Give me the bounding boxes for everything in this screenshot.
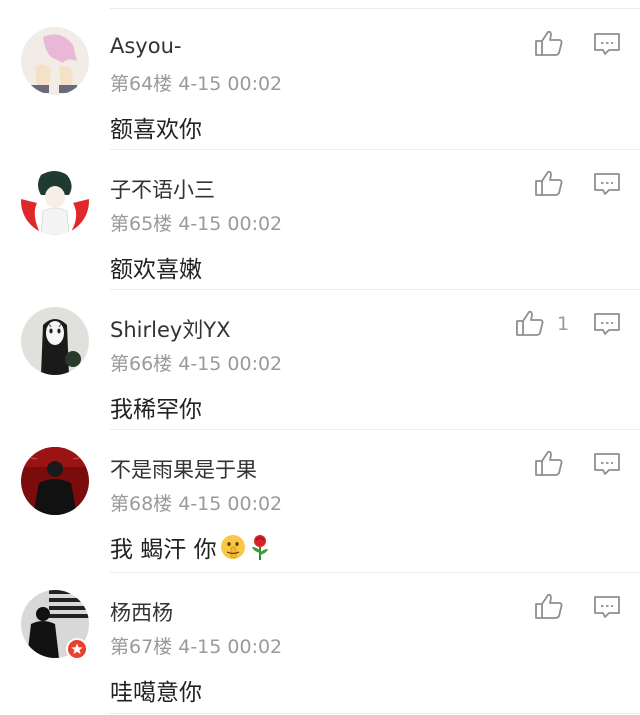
comment-text: 我 蝎汗 你	[110, 530, 271, 567]
timestamp: 4-15 00:02	[178, 636, 283, 658]
floor-number: 第66楼	[110, 353, 173, 375]
comment-icon[interactable]	[593, 312, 621, 336]
avatar[interactable]	[21, 27, 89, 95]
thumbs-up-icon[interactable]	[534, 592, 564, 620]
rose-emoji	[249, 533, 271, 567]
avatar[interactable]	[21, 167, 89, 235]
username[interactable]: Asyou-	[110, 34, 181, 58]
timestamp: 4-15 00:02	[178, 353, 283, 375]
comment-icon[interactable]	[593, 452, 621, 476]
comment-meta: 第65楼 4-15 00:02	[110, 209, 282, 236]
comment-meta: 第68楼 4-15 00:02	[110, 489, 282, 516]
like-count: 1	[557, 313, 570, 335]
divider	[110, 289, 640, 290]
avatar[interactable]	[21, 307, 89, 375]
username[interactable]: 杨西杨	[110, 597, 173, 627]
comment-meta: 第64楼 4-15 00:02	[110, 69, 282, 96]
comment-icon[interactable]	[593, 172, 621, 196]
timestamp: 4-15 00:02	[178, 493, 283, 515]
verified-badge-icon	[66, 638, 88, 660]
floor-number: 第65楼	[110, 213, 173, 235]
comment-text-content: 我 蝎汗 你	[110, 537, 217, 563]
thumbs-up-icon[interactable]	[534, 169, 564, 197]
comment-meta: 第67楼 4-15 00:02	[110, 632, 282, 659]
divider	[110, 429, 640, 430]
thumbs-up-icon[interactable]	[534, 449, 564, 477]
floor-number: 第68楼	[110, 493, 173, 515]
comment-text: 额欢喜嫩	[110, 257, 202, 283]
comment-icon[interactable]	[593, 32, 621, 56]
comment-icon[interactable]	[593, 595, 621, 619]
username[interactable]: Shirley刘YX	[110, 314, 231, 344]
floor-number: 第64楼	[110, 73, 173, 95]
comment-text: 哇噶意你	[110, 680, 202, 706]
divider	[110, 572, 640, 573]
floor-number: 第67楼	[110, 636, 173, 658]
timestamp: 4-15 00:02	[178, 73, 283, 95]
comment-meta: 第66楼 4-15 00:02	[110, 349, 282, 376]
shushing-face-emoji	[219, 533, 247, 567]
username[interactable]: 子不语小三	[110, 174, 215, 204]
comment-text: 我稀罕你	[110, 397, 202, 423]
divider	[110, 149, 640, 150]
timestamp: 4-15 00:02	[178, 213, 283, 235]
thumbs-up-icon[interactable]	[515, 309, 545, 337]
username[interactable]: 不是雨果是于果	[110, 454, 257, 484]
divider	[110, 713, 640, 714]
comment-text: 额喜欢你	[110, 117, 202, 143]
avatar[interactable]	[21, 447, 89, 515]
top-divider	[110, 8, 640, 9]
thumbs-up-icon[interactable]	[534, 29, 564, 57]
